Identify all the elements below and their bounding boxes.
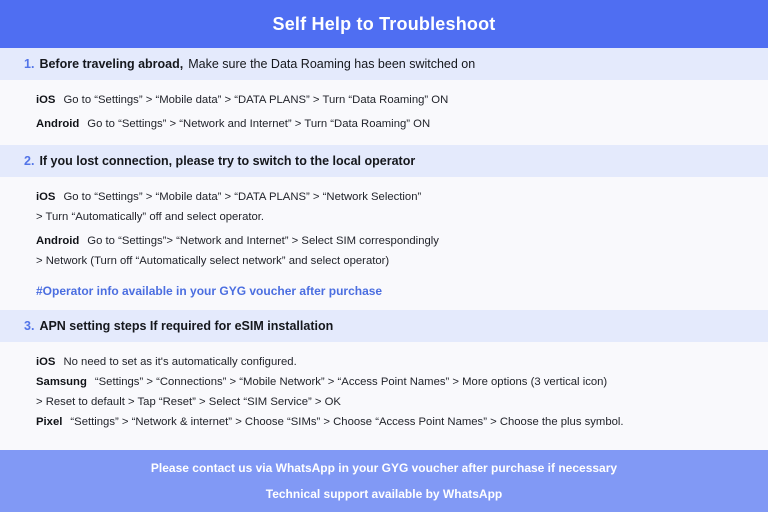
section-heading-strong-3: APN setting steps If required for eSIM i…: [39, 318, 334, 333]
instruction-text: > Turn “Automatically” off and select op…: [36, 210, 265, 223]
section-header-1: 1. Before traveling abroad, Make sure th…: [0, 48, 768, 80]
section-body-1: iOS Go to “Settings” > “Mobile data” > “D…: [0, 80, 768, 145]
platform-label: Samsung: [36, 375, 87, 388]
page-footer: Please contact us via WhatsApp in your G…: [0, 450, 768, 512]
platform-label: Android: [36, 118, 80, 131]
instruction-text: > Reset to default > Tap “Reset” > Selec…: [36, 396, 341, 408]
section-number-1: 1.: [24, 57, 35, 71]
instruction-text: Go to “Settings”> “Network and Internet”…: [87, 235, 439, 247]
section-body-2: iOS Go to “Settings” > “Mobile data” > “D…: [0, 176, 768, 310]
instruction-text: “Settings” > “Network & internet” > Choo…: [70, 416, 624, 429]
platform-label: iOS: [36, 190, 56, 203]
platform-label: iOS: [36, 355, 56, 368]
section-heading-strong-2: If you lost connection, please try to sw…: [39, 153, 416, 168]
section-header-3-inner: 3. APN setting steps If required for eSI…: [0, 319, 768, 333]
instruction-text: No need to set as it's automatically con…: [63, 355, 297, 368]
section-header-3: 3. APN setting steps If required for eSI…: [0, 309, 768, 342]
instruction-line: Pixel “Settings” > “Network & internet” >…: [36, 415, 748, 430]
instruction-line: iOS Go to “Settings” > “Mobile data” > “D…: [36, 93, 748, 108]
instruction-text: Go to “Settings” > “Mobile data” > “DATA…: [63, 190, 422, 203]
instruction-line: iOS Go to “Settings” > “Mobile data” > “D…: [36, 190, 748, 205]
instruction-line: Android Go to “Settings”> “Network and In…: [36, 234, 748, 249]
instruction-text: Go to “Settings” > “Mobile data” > “DATA…: [63, 94, 449, 106]
page-header: Self Help to Troubleshoot: [0, 0, 768, 48]
section-body-3: iOS No need to set as it's automatically …: [0, 341, 768, 443]
section-number-3: 3.: [24, 318, 35, 333]
instruction-line-continuation: > Reset to default > Tap “Reset” > Selec…: [36, 395, 748, 410]
instruction-line-continuation: > Turn “Automatically” off and select op…: [36, 210, 748, 225]
section-heading-rest-1: Make sure the Data Roaming has been swit…: [188, 57, 476, 71]
instruction-text: > Network (Turn off “Automatically selec…: [36, 255, 390, 268]
platform-label: Android: [36, 235, 80, 247]
section-header-1-inner: 1. Before traveling abroad, Make sure th…: [0, 57, 768, 71]
platform-label: iOS: [36, 94, 56, 106]
instruction-line: Samsung “Settings” > “Connections” > “Mob…: [36, 375, 748, 390]
instruction-text: “Settings” > “Connections” > “Mobile Net…: [94, 375, 608, 388]
troubleshoot-page: Self Help to Troubleshoot 1. Before trav…: [0, 0, 768, 512]
instruction-line: iOS No need to set as it's automatically …: [36, 355, 748, 370]
section-header-2-inner: 2. If you lost connection, please try to…: [0, 154, 768, 168]
instruction-text: Go to “Settings” > “Network and Internet…: [87, 118, 431, 131]
section-header-2: 2. If you lost connection, please try to…: [0, 144, 768, 177]
instruction-line-continuation: > Network (Turn off “Automatically selec…: [36, 254, 748, 269]
instruction-line: Android Go to “Settings” > “Network and I…: [36, 117, 748, 132]
footer-contact-line: Please contact us via WhatsApp in your G…: [150, 461, 618, 475]
section-number-2: 2.: [24, 153, 35, 168]
page-body: 1. Before traveling abroad, Make sure th…: [0, 48, 768, 450]
section-heading-strong-1: Before traveling abroad,: [39, 57, 184, 71]
page-title: Self Help to Troubleshoot: [272, 13, 496, 34]
platform-label: Pixel: [36, 416, 63, 429]
footer-support-line: Technical support available by WhatsApp: [265, 487, 503, 501]
operator-info-note: #Operator info available in your GYG vou…: [36, 283, 383, 298]
